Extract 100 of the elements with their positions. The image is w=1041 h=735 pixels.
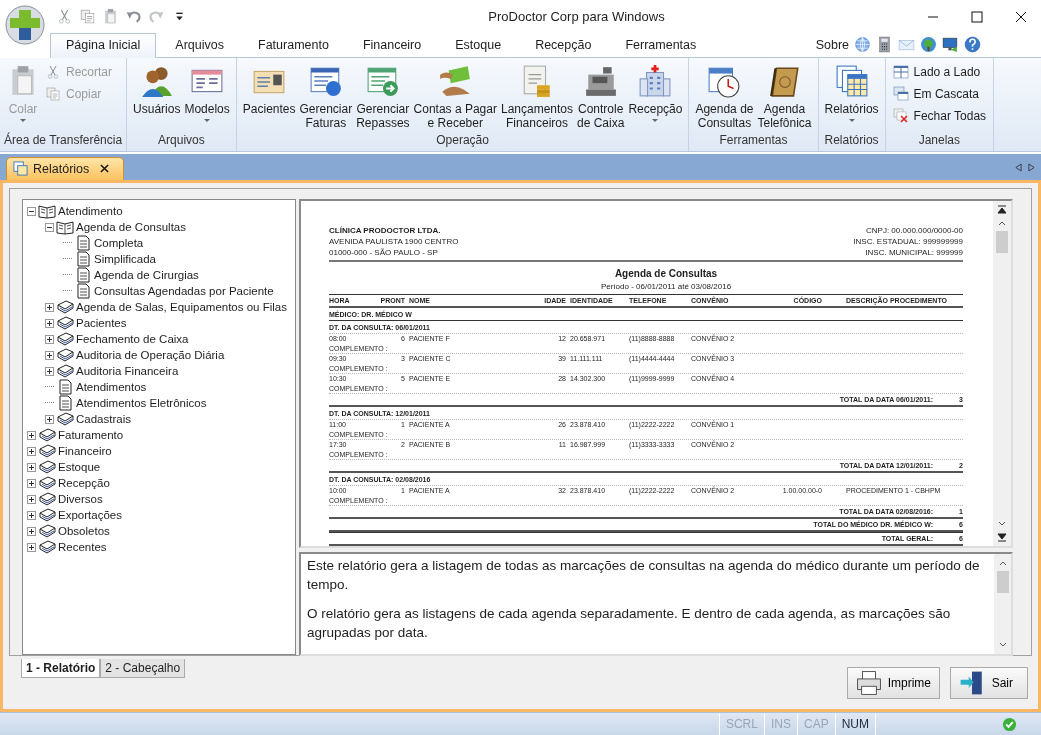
ribbon-button[interactable]: Controle de Caixa [575,62,627,132]
tree-item[interactable]: Auditoria de Operação Diária [76,349,225,361]
close-icon[interactable] [100,164,110,173]
address-book-icon [767,64,802,98]
scissors-icon[interactable] [56,8,73,25]
tree-item[interactable]: Obsoletos [58,525,110,537]
maximize-icon[interactable] [971,10,983,23]
tree-item[interactable]: Diversos [58,493,103,505]
tree-item[interactable]: Faturamento [58,429,124,441]
tree-item[interactable]: Atendimento [58,205,123,217]
help-icon[interactable] [964,36,981,53]
scrollbar-thumb[interactable] [996,231,1008,253]
expander-icon[interactable] [27,542,36,552]
expander-icon[interactable] [45,318,54,328]
tree-item[interactable]: Agenda de Consultas [76,221,186,233]
book-icon [38,427,56,443]
report-period: Período - 06/01/2011 até 03/08/2016 [600,282,732,291]
tree-item[interactable]: Pacientes [76,317,127,329]
tree-item[interactable]: Completa [94,237,144,249]
ribbon-button[interactable]: Lado a Lado [889,62,990,82]
expander-icon[interactable] [45,414,54,424]
about-link[interactable]: Sobre [815,37,849,52]
tree-item[interactable]: Auditoria Financeira [76,365,179,377]
tree-item[interactable]: Recentes [58,541,107,553]
document-tab[interactable]: Relatórios [6,157,125,180]
registration-info: INSC. MUNICIPAL: 999999 [864,247,963,258]
expander-icon[interactable] [27,430,36,440]
tree-item[interactable]: Exportações [58,509,122,521]
page-tab[interactable]: 2 - Cabeçalho [100,659,186,678]
expander-icon[interactable] [45,334,54,344]
scrollbar[interactable] [993,201,1011,546]
tree-item[interactable]: Simplificada [94,253,156,265]
ribbon-button[interactable]: Modelos [182,62,232,132]
menu-tab[interactable]: Ferramentas [610,34,712,57]
page-tab[interactable]: 1 - Relatório [21,659,101,678]
group-label: Janelas [917,132,961,149]
menu-tab[interactable]: Financeiro [347,34,437,57]
ribbon-button[interactable]: Gerenciar Faturas [297,62,355,132]
ribbon-button[interactable]: Recepção [626,62,685,132]
scroll-right-icon[interactable] [1028,163,1035,172]
ribbon-button[interactable]: Agenda Telefônica [755,62,814,132]
expander-icon[interactable] [27,206,36,216]
group-label: Ferramentas [718,132,789,149]
scrollbar-thumb[interactable] [996,571,1009,593]
globe-icon[interactable] [854,36,871,53]
monitor-icon[interactable] [942,36,959,53]
scroll-left-icon[interactable] [1015,163,1022,172]
ribbon-button[interactable]: Lançamentos Financeiros [498,62,575,132]
expander-icon[interactable] [27,510,36,520]
tree-icon[interactable] [920,36,937,53]
ribbon-button[interactable]: Fechar Todas [889,106,990,126]
tree-item[interactable]: Agenda de Salas, Equipamentos ou Filas [76,301,287,313]
undo-icon[interactable] [125,8,142,25]
app-logo-icon[interactable] [5,5,45,45]
expander-icon[interactable] [27,462,36,472]
exit-door-icon [959,670,985,696]
first-page-icon[interactable] [997,205,1007,215]
print-button[interactable]: Imprime [846,667,940,699]
ribbon-button[interactable]: Usuários [131,62,183,132]
tree-item[interactable]: Consultas Agendadas por Paciente [94,285,274,297]
ribbon-button[interactable]: Contas a Pagar e Receber [411,62,499,132]
expander-icon[interactable] [27,526,36,536]
tree-item[interactable]: Fechamento de Caixa [76,333,189,345]
tree-item[interactable]: Cadastrais [76,413,131,425]
menu-tab[interactable]: Página Inicial [50,33,157,58]
check-icon [1002,716,1017,732]
scrollbar[interactable] [994,554,1011,654]
ribbon-button[interactable]: Em Cascata [889,84,990,104]
tree-item[interactable]: Agenda de Cirurgias [94,269,199,281]
tree-item[interactable]: Atendimentos Eletrônicos [76,397,207,409]
menu-tab[interactable]: Arquivos [160,34,239,57]
document-icon [74,283,92,299]
hospital-icon [638,64,673,98]
exit-button[interactable]: Sair [950,667,1028,699]
expander-icon[interactable] [45,366,54,376]
menu-tab[interactable]: Recepção [520,34,607,57]
last-page-icon[interactable] [997,532,1007,542]
book-icon [38,523,56,539]
expander-icon[interactable] [45,302,54,312]
book-icon [38,491,56,507]
ribbon-button[interactable]: Pacientes [240,62,298,132]
ribbon-button[interactable]: Gerenciar Repasses [354,62,412,132]
expander-icon[interactable] [27,446,36,456]
tree-item[interactable]: Financeiro [58,445,112,457]
expander-icon[interactable] [27,494,36,504]
tree-item[interactable]: Estoque [58,461,101,473]
menu-tab[interactable]: Faturamento [243,34,344,57]
ribbon-button[interactable]: Relatórios [822,62,881,132]
expander-icon[interactable] [45,222,54,232]
tile-windows-icon [892,64,909,80]
calculator-icon[interactable] [876,36,893,53]
ribbon-button[interactable]: Agenda de Consultas [693,62,756,132]
expander-icon[interactable] [27,478,36,488]
clipboard-icon[interactable] [102,8,119,25]
tree-item[interactable]: Atendimentos [76,381,147,393]
close-icon[interactable] [1015,10,1027,23]
tree-item[interactable]: Recepção [58,477,110,489]
expander-icon[interactable] [45,350,54,360]
book-icon [38,539,56,555]
menu-tab[interactable]: Estoque [440,34,517,57]
